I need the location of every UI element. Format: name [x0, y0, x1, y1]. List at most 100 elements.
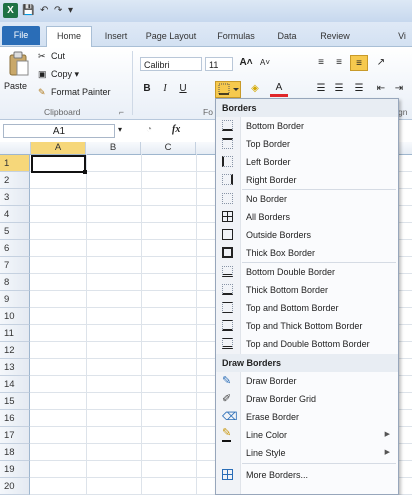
font-color-button[interactable]: A [270, 81, 288, 97]
font-group-label: Fo [203, 107, 213, 117]
bottom-double-border-icon [222, 266, 233, 277]
menu-item-label: Thick Bottom Border [246, 285, 329, 295]
menu-item-line-color[interactable]: ✎ Line Color ▶ [216, 426, 398, 444]
fill-handle[interactable] [83, 170, 87, 174]
column-header-c[interactable]: C [141, 142, 196, 154]
menu-item-draw-border[interactable]: ✎ Draw Border [216, 372, 398, 390]
tab-review[interactable]: Review [312, 27, 358, 46]
row-header[interactable]: 16 [0, 410, 30, 427]
row-header[interactable]: 15 [0, 393, 30, 410]
row-header[interactable]: 14 [0, 376, 30, 393]
menu-item-label: More Borders... [246, 470, 309, 480]
column-header-b[interactable]: B [86, 142, 141, 154]
redo-icon[interactable]: ↷ [54, 3, 62, 18]
borders-dropdown-button[interactable] [215, 81, 241, 98]
row-header[interactable]: 5 [0, 223, 30, 240]
row-header[interactable]: 6 [0, 240, 30, 257]
tab-formulas[interactable]: Formulas [210, 27, 262, 46]
menu-item-erase-border[interactable]: ⌫ Erase Border [216, 408, 398, 426]
customize-quick-access-icon[interactable]: ▾ [68, 3, 73, 18]
decrease-indent-icon[interactable]: ⇤ [372, 81, 390, 97]
copy-button[interactable]: Copy ▾ [51, 69, 79, 80]
row-header[interactable]: 18 [0, 444, 30, 461]
format-painter-icon[interactable]: ✎ [38, 87, 46, 98]
row-header[interactable]: 11 [0, 325, 30, 342]
align-right-icon[interactable]: ☰ [350, 81, 368, 97]
insert-function-cancel-icon[interactable]: ◔ [146, 124, 152, 135]
menu-item-thick-bottom-border[interactable]: Thick Bottom Border [216, 281, 398, 299]
paste-icon[interactable] [8, 51, 30, 77]
menu-item-label: Right Border [246, 175, 297, 185]
row-header[interactable]: 12 [0, 342, 30, 359]
menu-item-draw-border-grid[interactable]: ✐ Draw Border Grid [216, 390, 398, 408]
row-header[interactable]: 13 [0, 359, 30, 376]
copy-icon[interactable]: ▣ [38, 69, 47, 80]
italic-button[interactable]: I [156, 81, 174, 97]
row-header[interactable]: 9 [0, 291, 30, 308]
tab-insert[interactable]: Insert [96, 27, 136, 46]
left-border-icon [222, 156, 233, 167]
align-top-icon[interactable]: ≡ [312, 55, 330, 71]
menu-item-more-borders[interactable]: More Borders... [216, 466, 398, 484]
row-header[interactable]: 8 [0, 274, 30, 291]
select-all-corner[interactable] [0, 142, 31, 154]
tab-home[interactable]: Home [46, 26, 92, 47]
cut-icon[interactable]: ✂ [38, 51, 46, 62]
align-middle-icon[interactable]: ≡ [330, 55, 348, 71]
menu-item-line-style[interactable]: Line Style ▶ [216, 444, 398, 462]
menu-item-top-border[interactable]: Top Border [216, 135, 398, 153]
row-header[interactable]: 7 [0, 257, 30, 274]
row-header[interactable]: 20 [0, 478, 30, 495]
name-box[interactable]: A1 [3, 124, 115, 138]
tab-data[interactable]: Data [268, 27, 306, 46]
tab-view[interactable]: Vi [392, 27, 412, 46]
save-icon[interactable]: 💾 [22, 3, 34, 18]
clipboard-launcher-icon[interactable]: ⌐ [119, 107, 124, 117]
menu-item-bottom-border[interactable]: Bottom Border [216, 117, 398, 135]
fill-color-icon[interactable]: ◈ [246, 81, 264, 97]
menu-item-outside-borders[interactable]: Outside Borders [216, 226, 398, 244]
format-painter-button[interactable]: Format Painter [51, 87, 111, 97]
thick-bottom-border-icon [222, 284, 233, 295]
menu-item-all-borders[interactable]: All Borders [216, 208, 398, 226]
paste-button[interactable]: Paste [4, 81, 27, 91]
orientation-icon[interactable]: ↗ [372, 55, 390, 71]
row-header[interactable]: 19 [0, 461, 30, 478]
row-header[interactable]: 1 [0, 155, 30, 172]
column-header-a[interactable]: A [31, 142, 86, 154]
font-size-combo[interactable]: 11 [205, 57, 233, 71]
undo-icon[interactable]: ↶ [40, 3, 48, 18]
row-header[interactable]: 3 [0, 189, 30, 206]
menu-item-left-border[interactable]: Left Border [216, 153, 398, 171]
cut-button[interactable]: Cut [51, 51, 65, 61]
tab-page-layout[interactable]: Page Layout [140, 27, 202, 46]
menu-item-no-border[interactable]: No Border [216, 190, 398, 208]
row-header[interactable]: 4 [0, 206, 30, 223]
row-header[interactable]: 10 [0, 308, 30, 325]
row-header[interactable]: 2 [0, 172, 30, 189]
row-header[interactable]: 17 [0, 427, 30, 444]
underline-button[interactable]: U [174, 81, 192, 97]
name-box-dropdown-icon[interactable]: ▾ [118, 125, 122, 134]
menu-item-thick-box-border[interactable]: Thick Box Border [216, 244, 398, 262]
menu-item-top-and-double-bottom-border[interactable]: Top and Double Bottom Border [216, 335, 398, 353]
borders-menu: Borders Bottom Border Top Border Left Bo… [215, 98, 399, 495]
eraser-icon: ⌫ [222, 411, 238, 423]
align-left-icon[interactable]: ☰ [312, 81, 330, 97]
menu-item-label: Top and Thick Bottom Border [246, 321, 363, 331]
tab-file[interactable]: File [2, 26, 40, 45]
shrink-font-button[interactable]: A˅ [256, 55, 274, 71]
align-bottom-icon[interactable]: ≡ [350, 55, 368, 71]
grow-font-button[interactable]: A˄ [237, 55, 255, 71]
align-center-icon[interactable]: ☰ [330, 81, 348, 97]
menu-item-top-and-bottom-border[interactable]: Top and Bottom Border [216, 299, 398, 317]
font-name-combo[interactable]: Calibri [140, 57, 202, 71]
increase-indent-icon[interactable]: ⇥ [390, 81, 408, 97]
insert-function-button[interactable]: fx [172, 124, 180, 135]
clipboard-group-label: Clipboard [44, 107, 81, 117]
menu-item-top-and-thick-bottom-border[interactable]: Top and Thick Bottom Border [216, 317, 398, 335]
menu-item-bottom-double-border[interactable]: Bottom Double Border [216, 263, 398, 281]
menu-item-right-border[interactable]: Right Border [216, 171, 398, 189]
active-cell-a1[interactable] [31, 155, 86, 173]
bold-button[interactable]: B [138, 81, 156, 97]
